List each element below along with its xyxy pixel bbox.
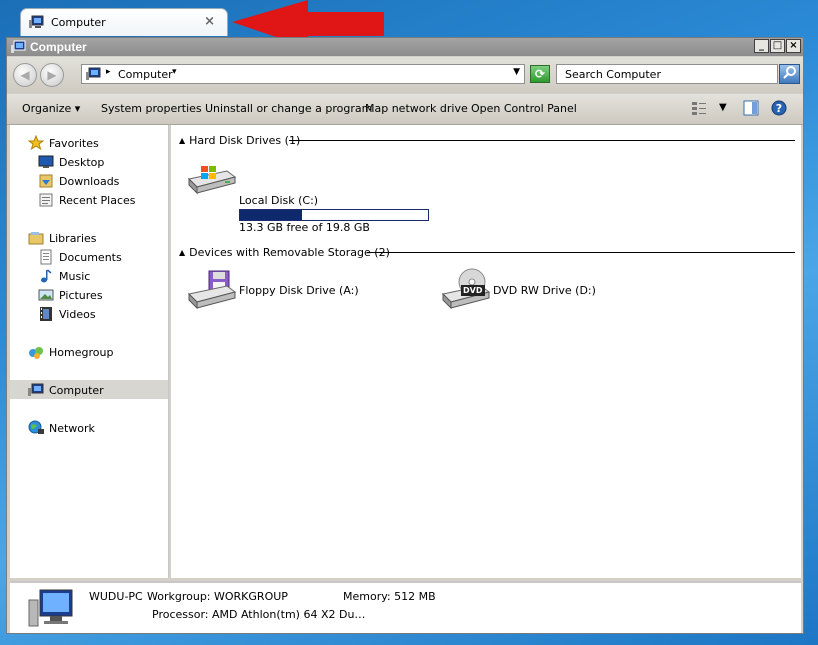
open-control-panel-button[interactable]: Open Control Panel [471, 102, 577, 115]
downloads-icon [39, 174, 53, 188]
back-button[interactable]: ◀ [13, 63, 37, 87]
maximize-button[interactable]: □ [770, 39, 785, 53]
floppy-drive-name[interactable]: Floppy Disk Drive (A:) [239, 284, 359, 297]
computer-tab[interactable]: Computer × [20, 8, 228, 36]
libraries-icon [28, 232, 44, 245]
processor: Processor: AMD Athlon(tm) 64 X2 Du… [152, 608, 366, 621]
star-icon [28, 135, 44, 151]
nav-documents[interactable]: Documents [38, 249, 122, 265]
nav-recent-places[interactable]: Recent Places [38, 192, 136, 208]
nav-libraries[interactable]: Libraries [28, 230, 97, 246]
computer-icon [86, 67, 102, 84]
uninstall-program-button[interactable]: Uninstall or change a program [205, 102, 372, 115]
pictures-icon [38, 289, 54, 301]
view-options-dropdown-icon[interactable]: ▼ [719, 102, 727, 113]
nav-videos[interactable]: Videos [38, 306, 96, 322]
local-disk-usage-fill [240, 210, 303, 220]
workgroup: Workgroup: WORKGROUP [147, 590, 288, 603]
group-divider [289, 140, 795, 141]
desktop-icon [38, 155, 54, 168]
computer-icon [29, 15, 45, 32]
nav-computer[interactable]: Computer [28, 382, 104, 398]
nav-downloads[interactable]: Downloads [38, 173, 119, 189]
refresh-button[interactable]: ⟳ [530, 65, 550, 83]
search-button[interactable] [779, 64, 800, 84]
group-header-hard-disk-drives[interactable]: ▲ Hard Disk Drives (1) [179, 134, 300, 147]
preview-pane-icon[interactable] [743, 100, 759, 119]
memory: Memory: 512 MB [343, 590, 436, 603]
breadcrumb-computer[interactable]: Computer [118, 68, 173, 81]
nav-favorites[interactable]: Favorites [28, 135, 99, 151]
collapse-arrow-icon[interactable]: ▲ [179, 136, 185, 145]
minimize-button[interactable]: _ [754, 39, 769, 53]
computer-large-icon [28, 589, 73, 627]
content-pane: ▲ Hard Disk Drives (1) Local Disk (C:) 1… [171, 125, 801, 578]
local-disk-icon[interactable] [187, 161, 237, 197]
map-network-drive-button[interactable]: Map network drive [365, 102, 468, 115]
search-icon [782, 66, 796, 79]
computer-icon [28, 383, 44, 396]
address-bar[interactable]: ▸ Computer ▾ ▼ [81, 64, 525, 84]
collapse-arrow-icon[interactable]: ▲ [179, 248, 185, 257]
help-icon[interactable]: ? [771, 100, 787, 119]
network-icon [28, 420, 44, 434]
command-bar: Organize ▾ System properties Uninstall o… [7, 94, 803, 125]
window-title: Computer [30, 40, 87, 54]
local-disk-name[interactable]: Local Disk (C:) [239, 194, 318, 207]
organize-button[interactable]: Organize ▾ [22, 102, 80, 115]
floppy-drive-icon[interactable] [187, 270, 237, 310]
system-properties-button[interactable]: System properties [101, 102, 202, 115]
change-view-icon[interactable] [691, 100, 707, 119]
dvd-badge: DVD [463, 286, 483, 295]
music-icon [41, 269, 52, 283]
address-row: ◀ ▶ ▸ Computer ▾ ▼ ⟳ [7, 57, 803, 93]
breadcrumb-separator-icon[interactable]: ▸ [106, 67, 111, 77]
tab-close-button[interactable]: × [204, 14, 215, 29]
forward-button[interactable]: ▶ [40, 63, 64, 87]
recent-places-icon [39, 193, 53, 207]
local-disk-usage-bar [239, 209, 429, 221]
title-bar[interactable]: Computer _ □ × [7, 38, 803, 56]
local-disk-free-space: 13.3 GB free of 19.8 GB [239, 221, 370, 234]
nav-pictures[interactable]: Pictures [38, 287, 103, 303]
nav-homegroup[interactable]: Homegroup [28, 344, 113, 360]
breadcrumb-dropdown-icon[interactable]: ▾ [172, 67, 177, 77]
nav-desktop[interactable]: Desktop [38, 154, 104, 170]
address-history-dropdown-icon[interactable]: ▼ [513, 67, 520, 77]
explorer-window: Computer _ □ × ◀ ▶ ▸ Computer ▾ ▼ ⟳ Orga… [6, 37, 804, 634]
homegroup-icon [29, 347, 43, 359]
tab-label: Computer [51, 16, 106, 29]
dvd-drive-name[interactable]: DVD RW Drive (D:) [493, 284, 596, 297]
group-header-removable-storage[interactable]: ▲ Devices with Removable Storage (2) [179, 246, 390, 259]
group-divider [367, 252, 795, 253]
search-box[interactable] [556, 64, 778, 84]
close-button[interactable]: × [786, 39, 801, 53]
computer-icon [11, 40, 27, 57]
nav-music[interactable]: Music [38, 268, 90, 284]
search-input[interactable] [557, 65, 777, 83]
navigation-pane: Favorites Desktop Downloads Recent Place… [10, 125, 169, 578]
documents-icon [40, 249, 52, 265]
computer-name: WUDU-PC [89, 590, 143, 603]
videos-icon [40, 307, 52, 321]
details-pane: WUDU-PC Workgroup: WORKGROUP Memory: 512… [10, 581, 801, 633]
svg-text:?: ? [776, 102, 782, 115]
nav-network[interactable]: Network [28, 420, 95, 436]
